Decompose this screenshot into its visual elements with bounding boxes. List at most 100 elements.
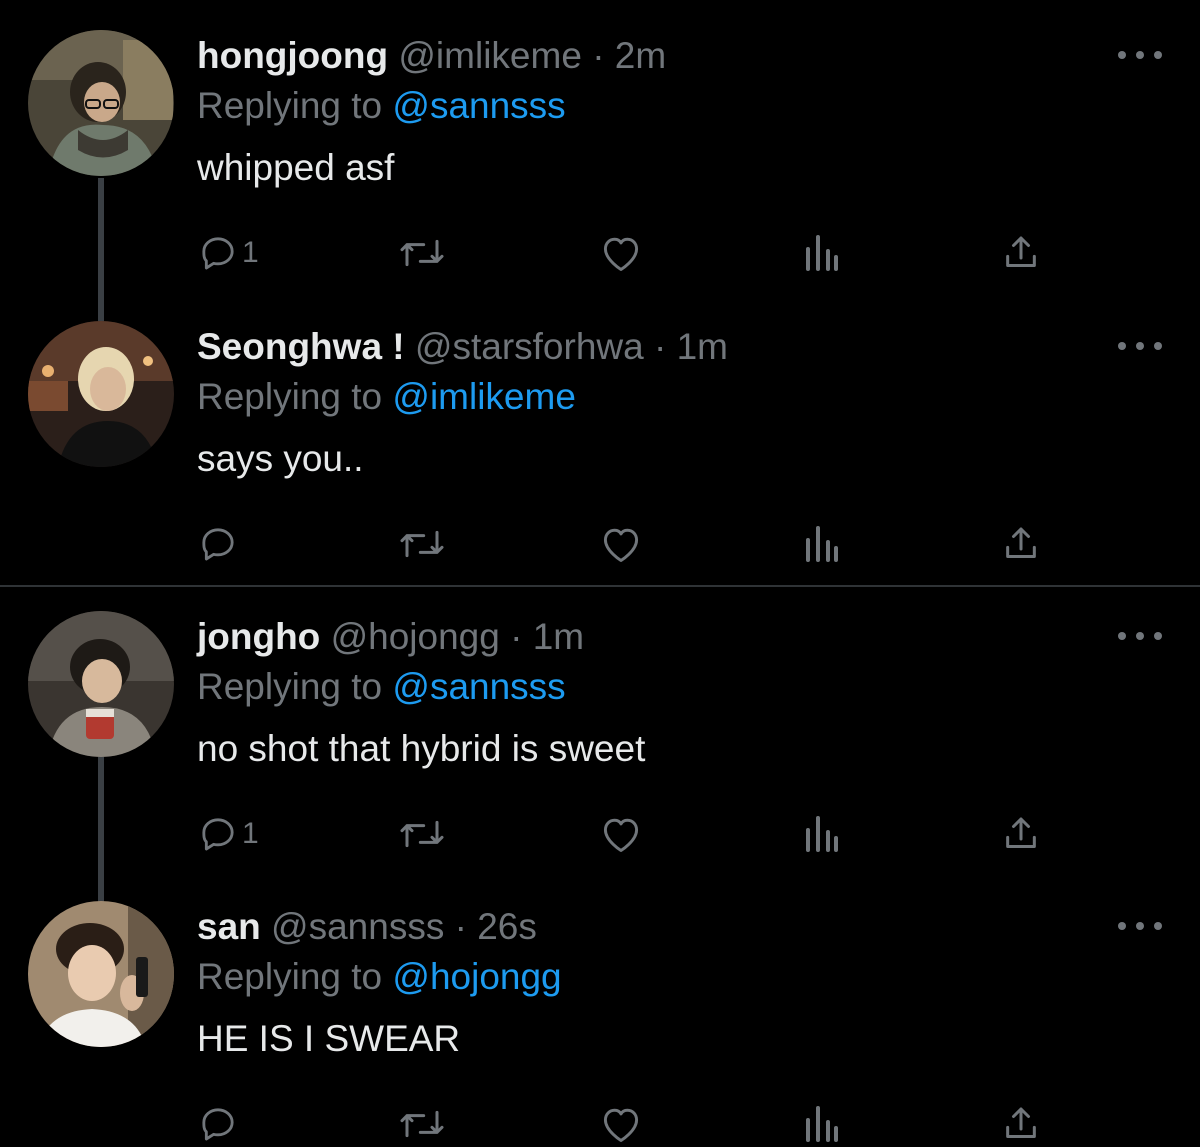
- avatar[interactable]: [28, 30, 174, 176]
- views-button[interactable]: [804, 1096, 840, 1147]
- retweet-icon: [400, 820, 444, 848]
- share-icon: [1006, 236, 1036, 267]
- more-options-button[interactable]: [1118, 621, 1162, 651]
- retweet-button[interactable]: [397, 1096, 447, 1147]
- display-name[interactable]: jongho: [197, 616, 320, 657]
- retweet-button[interactable]: [397, 806, 447, 862]
- user-handle[interactable]: @hojongg: [331, 616, 500, 657]
- avatar[interactable]: [28, 611, 174, 757]
- tweet[interactable]: jongho @hojongg · 1m Replying to @sannss…: [0, 581, 1200, 871]
- replying-to-handle[interactable]: @hojongg: [392, 956, 561, 997]
- share-button[interactable]: [1001, 225, 1041, 281]
- share-button[interactable]: [1001, 516, 1041, 572]
- avatar[interactable]: [28, 901, 174, 1047]
- separator-dot: ·: [510, 616, 523, 657]
- tweet-header: Seonghwa ! @starsforhwa · 1m: [197, 325, 728, 369]
- user-handle[interactable]: @sannsss: [271, 906, 444, 947]
- replying-to-handle[interactable]: @imlikeme: [392, 376, 576, 417]
- replying-prefix: Replying to: [197, 666, 383, 707]
- replying-to: Replying to @imlikeme: [197, 375, 576, 419]
- retweet-icon: [400, 1110, 444, 1138]
- more-icon: [1154, 51, 1162, 59]
- replying-prefix: Replying to: [197, 376, 383, 417]
- avatar[interactable]: [28, 321, 174, 467]
- retweet-icon: [400, 530, 444, 558]
- views-button[interactable]: [804, 806, 840, 862]
- views-icon: [806, 816, 838, 852]
- tweet[interactable]: san @sannsss · 26s Replying to @hojongg …: [0, 871, 1200, 1147]
- user-handle[interactable]: @imlikeme: [398, 35, 582, 76]
- reply-button[interactable]: [198, 1096, 242, 1147]
- like-button[interactable]: [599, 1096, 643, 1147]
- tweet[interactable]: hongjoong @imlikeme · 2m Replying to @sa…: [0, 0, 1200, 290]
- reply-button[interactable]: [198, 516, 242, 572]
- like-button[interactable]: [599, 225, 643, 281]
- heart-icon: [603, 237, 639, 271]
- tweet-actions: [0, 516, 1200, 572]
- share-button[interactable]: [1001, 1096, 1041, 1147]
- avatar-photo-icon: [28, 901, 174, 1047]
- views-button[interactable]: [804, 225, 840, 281]
- reply-icon: [202, 237, 234, 270]
- replying-to: Replying to @sannsss: [197, 84, 566, 128]
- like-button[interactable]: [599, 806, 643, 862]
- retweet-button[interactable]: [397, 225, 447, 281]
- more-icon: [1154, 632, 1162, 640]
- reply-icon: [202, 528, 234, 561]
- more-icon: [1154, 342, 1162, 350]
- retweet-icon: [400, 239, 444, 267]
- tweet-actions: 1: [0, 806, 1200, 862]
- reply-button[interactable]: 1: [198, 806, 259, 862]
- tweet-text: whipped asf: [197, 147, 395, 188]
- tweet-actions: 1: [0, 225, 1200, 281]
- share-icon: [1006, 817, 1036, 848]
- display-name[interactable]: hongjoong: [197, 35, 388, 76]
- views-icon: [806, 235, 838, 271]
- share-button[interactable]: [1001, 806, 1041, 862]
- tweet-text: no shot that hybrid is sweet: [197, 728, 646, 769]
- avatar-photo-icon: [28, 321, 174, 467]
- views-button[interactable]: [804, 516, 840, 572]
- separator-dot: ·: [653, 326, 667, 367]
- display-name[interactable]: san: [197, 906, 261, 947]
- reply-button[interactable]: 1: [198, 225, 259, 281]
- tweet-actions: [0, 1096, 1200, 1147]
- replying-to-handle[interactable]: @sannsss: [392, 666, 565, 707]
- more-icon: [1118, 632, 1126, 640]
- share-icon: [1006, 1107, 1036, 1138]
- tweet[interactable]: Seonghwa ! @starsforhwa · 1m Replying to…: [0, 291, 1200, 581]
- timestamp[interactable]: 2m: [615, 35, 666, 76]
- display-name[interactable]: Seonghwa !: [197, 326, 405, 367]
- tweet-header: san @sannsss · 26s: [197, 905, 537, 949]
- reply-icon: [202, 818, 234, 851]
- more-icon: [1136, 342, 1144, 350]
- replying-to-handle[interactable]: @sannsss: [392, 85, 565, 126]
- avatar-photo-icon: [28, 30, 174, 176]
- share-icon: [1006, 527, 1036, 558]
- more-icon: [1154, 922, 1162, 930]
- retweet-button[interactable]: [397, 516, 447, 572]
- timestamp[interactable]: 1m: [677, 326, 728, 367]
- more-options-button[interactable]: [1118, 331, 1162, 361]
- reply-count: 1: [242, 236, 259, 269]
- replying-to: Replying to @hojongg: [197, 955, 562, 999]
- like-button[interactable]: [599, 516, 643, 572]
- replying-prefix: Replying to: [197, 85, 383, 126]
- more-options-button[interactable]: [1118, 40, 1162, 70]
- views-icon: [806, 1106, 838, 1142]
- tweet-text: says you..: [197, 438, 364, 479]
- timestamp[interactable]: 1m: [533, 616, 584, 657]
- more-icon: [1136, 922, 1144, 930]
- views-icon: [806, 526, 838, 562]
- reply-count: 1: [242, 817, 259, 850]
- heart-icon: [603, 818, 639, 852]
- more-options-button[interactable]: [1118, 911, 1162, 941]
- reply-thread: hongjoong @imlikeme · 2m Replying to @sa…: [0, 0, 1200, 1147]
- separator-dot: ·: [592, 35, 605, 76]
- timestamp[interactable]: 26s: [477, 906, 537, 947]
- tweet-header: jongho @hojongg · 1m: [197, 615, 584, 659]
- separator-dot: ·: [454, 906, 467, 947]
- tweet-text: HE IS I SWEAR: [197, 1018, 461, 1059]
- user-handle[interactable]: @starsforhwa: [415, 326, 644, 367]
- tweet-header: hongjoong @imlikeme · 2m: [197, 34, 666, 78]
